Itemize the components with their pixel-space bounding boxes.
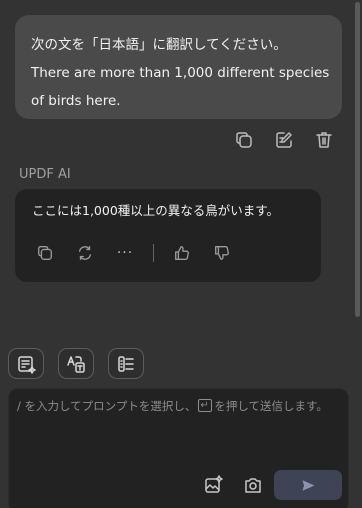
- assistant-reply: ここには1,000種以上の異なる鳥がいます。: [32, 203, 280, 218]
- explain-icon: [118, 355, 134, 372]
- translate-button[interactable]: [58, 348, 94, 379]
- scrollbar[interactable]: [355, 2, 360, 317]
- summarize-icon: [18, 355, 36, 374]
- dislike-button[interactable]: [210, 241, 234, 265]
- regenerate-button[interactable]: [73, 241, 97, 265]
- image-sparkle-icon: [205, 475, 223, 493]
- input-tools: [201, 473, 265, 497]
- assistant-message-actions: ···: [33, 241, 234, 265]
- trash-icon: [316, 132, 332, 148]
- prompt-input[interactable]: / を入力してプロンプトを選択し、 を押して送信します。: [8, 388, 349, 508]
- send-button[interactable]: [274, 470, 342, 500]
- placeholder-part-1: / を入力してプロンプトを選択し、: [17, 399, 197, 413]
- translate-icon: [67, 355, 85, 373]
- assistant-name: UPDF AI: [19, 167, 71, 182]
- delete-message-button[interactable]: [312, 128, 336, 152]
- thumbs-down-icon: [215, 246, 229, 260]
- quick-tools: [8, 348, 144, 379]
- ai-image-button[interactable]: [201, 473, 225, 497]
- prompt-placeholder: / を入力してプロンプトを選択し、 を押して送信します。: [17, 397, 337, 415]
- edit-message-button[interactable]: [272, 128, 296, 152]
- send-icon: [302, 479, 314, 491]
- assistant-message-bubble: ここには1,000種以上の異なる鳥がいます。 ···: [15, 189, 321, 282]
- placeholder-part-2: を押して送信します。: [214, 399, 328, 413]
- copy-message-button[interactable]: [232, 128, 256, 152]
- copy-icon: [38, 246, 52, 260]
- user-message-line-2: There are more than 1,000 different spec…: [31, 65, 330, 81]
- user-message-line-1: 次の文を「日本語」に翻訳してください。: [31, 37, 287, 53]
- screenshot-button[interactable]: [241, 473, 265, 497]
- thumbs-up-icon: [175, 246, 189, 260]
- user-message-bubble: 次の文を「日本語」に翻訳してください。 There are more than …: [15, 15, 342, 119]
- copy-icon: [236, 132, 252, 148]
- user-message-actions: [232, 128, 336, 152]
- divider: [153, 244, 154, 262]
- enter-key-icon: [198, 397, 213, 414]
- regenerate-icon: [78, 246, 92, 260]
- copy-reply-button[interactable]: [33, 241, 57, 265]
- edit-icon: [276, 132, 292, 148]
- explain-button[interactable]: [108, 348, 144, 379]
- camera-icon: [245, 478, 261, 493]
- more-icon[interactable]: ···: [113, 241, 137, 265]
- like-button[interactable]: [170, 241, 194, 265]
- summarize-button[interactable]: [8, 348, 44, 379]
- user-message-line-3: of birds here.: [31, 93, 121, 109]
